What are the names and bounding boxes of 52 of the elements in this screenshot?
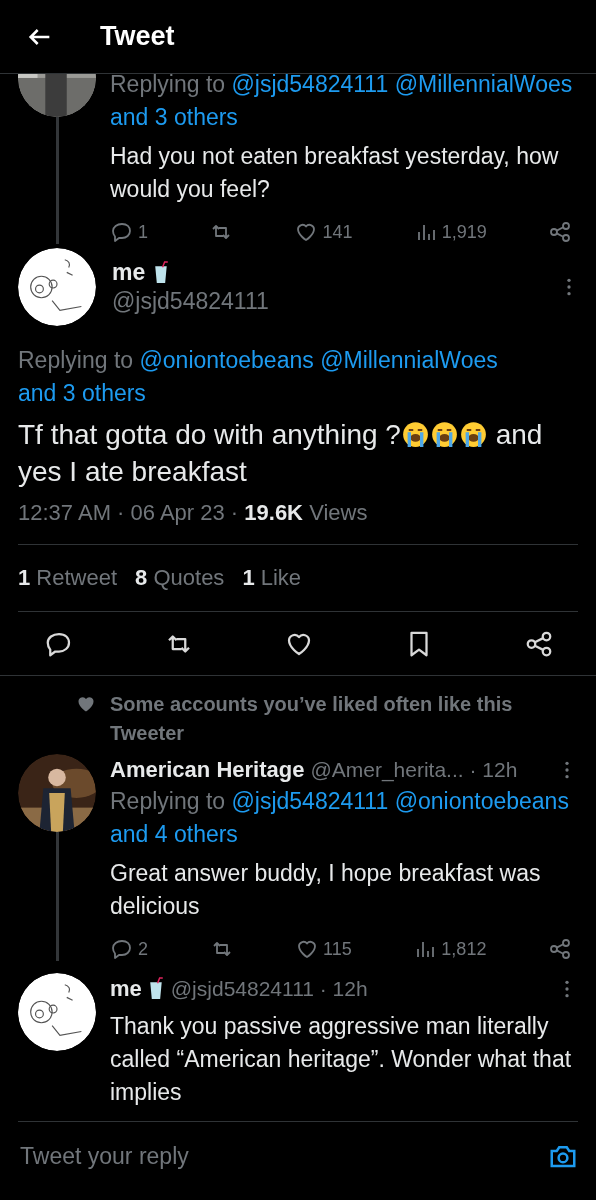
mention-link[interactable]: @oniontoebeans [394, 788, 569, 814]
replying-to-text: Replying to @jsjd54824111 @oniontoebeans and 4 others [110, 787, 570, 849]
tweet-text: Great answer buddy, I hope breakfast was delicious [110, 859, 542, 921]
views-button[interactable]: 1,812 [413, 937, 487, 961]
page-title: Tweet [100, 21, 175, 52]
mention-link[interactable]: @oniontoebeans [139, 347, 314, 373]
engagement-link[interactable]: 8 Quotes [135, 565, 225, 591]
mention-link[interactable]: @jsjd54824111 [231, 71, 389, 97]
tweet-text: Tf that gotta do with anything ? and yes I ate breakfast [18, 418, 544, 489]
heart-icon [76, 694, 96, 714]
like-button[interactable]: 141 [294, 220, 353, 244]
reply-icon [110, 937, 134, 961]
sketch-avatar[interactable] [18, 973, 96, 1051]
mention-link[interactable]: @jsjd54824111 [231, 788, 389, 814]
sketch-avatar[interactable] [18, 248, 96, 326]
others-link[interactable]: and 3 others [18, 380, 146, 406]
others-link[interactable]: and 4 others [110, 821, 238, 847]
more-icon[interactable] [564, 759, 570, 780]
more-icon[interactable] [566, 277, 572, 297]
replying-to-text: Replying to @jsjd54824111 @MillennialWoes and 3 others [110, 70, 574, 132]
reply-button[interactable]: 2 [110, 937, 148, 961]
reply-icon [110, 220, 134, 244]
author-handle: @Amer_herita... · 12h [310, 757, 518, 782]
crying-face-icon [401, 421, 429, 448]
views-button[interactable]: 1,919 [413, 220, 487, 244]
reply-button[interactable]: 1 [110, 220, 148, 244]
share-icon [524, 629, 554, 659]
others-link[interactable]: and 3 others [110, 104, 238, 130]
author-name: American Heritage [110, 756, 305, 783]
tweet-text: Had you not eaten breakfast yesterday, how would you feel? [110, 142, 560, 204]
share-icon [547, 937, 572, 961]
crying-face-icon [459, 421, 487, 448]
cup-icon [153, 261, 171, 284]
like-button[interactable]: 115 [295, 937, 352, 961]
more-icon[interactable] [564, 978, 570, 999]
author-name: me [112, 259, 146, 286]
author-handle: @jsjd54824111 [112, 288, 270, 315]
mention-link[interactable]: @MillennialWoes [394, 71, 573, 97]
replying-to-text: Replying to @oniontoebeans @MillennialWoes and 3 others [18, 346, 499, 408]
social-context-text: Some accounts you’ve liked often like this Tweeter [110, 692, 514, 746]
cup-icon [147, 977, 165, 1000]
tweet-meta: 12:37 AM · 06 Apr 23 · 19.6K Views [18, 500, 578, 545]
share-icon [548, 220, 572, 244]
engagement-link[interactable]: 1 Retweet [18, 565, 118, 591]
author-handle: @jsjd54824111 · 12h [170, 976, 368, 1001]
mention-link[interactable]: @MillennialWoes [320, 347, 498, 373]
tweet-text: Thank you passive aggressive man literally called “American heritage”. Wonder what that implies [110, 1012, 573, 1107]
reply-input[interactable]: Tweet your reply [18, 1141, 548, 1171]
share-button[interactable] [524, 629, 554, 659]
crying-face-icon [430, 421, 458, 448]
author-name: me [110, 975, 142, 1002]
engagement-link[interactable]: 1 Like [242, 565, 302, 591]
